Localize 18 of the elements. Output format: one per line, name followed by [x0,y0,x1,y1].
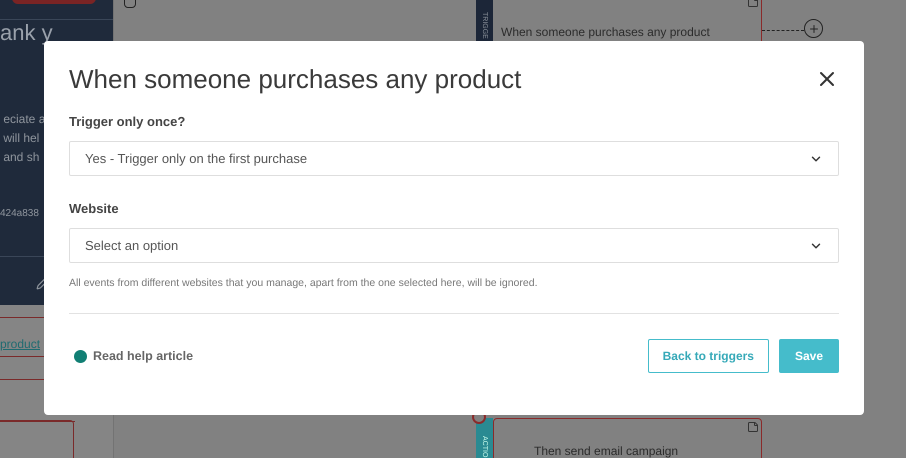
field-hint: All events from different websites that you manage, apart from the one selected here, will be ignored. [69,276,538,290]
field-label: Trigger only once? [69,113,186,131]
action-card[interactable]: Then send email campaign [493,418,762,458]
select-field[interactable]: Select an option [69,228,839,263]
back-button[interactable]: Back to triggers [648,339,769,373]
help-icon [74,350,87,362]
note-icon[interactable] [747,421,759,433]
sidebar-code: 424a838 [0,207,39,221]
help-link[interactable]: Read help article [74,346,194,366]
card-title: Then send email campaign [534,445,678,458]
select-field[interactable]: Yes - Trigger only on the first purchase [69,141,839,176]
card-title: When someone purchases any product [501,24,710,39]
sidebar-text: and sh [2,149,40,166]
plus-icon [808,22,820,34]
field-label: Website [69,200,120,218]
sidebar-text: will hel [2,130,40,147]
add-step-button[interactable] [804,19,823,38]
modal-title: When someone purchases any product [69,63,522,96]
